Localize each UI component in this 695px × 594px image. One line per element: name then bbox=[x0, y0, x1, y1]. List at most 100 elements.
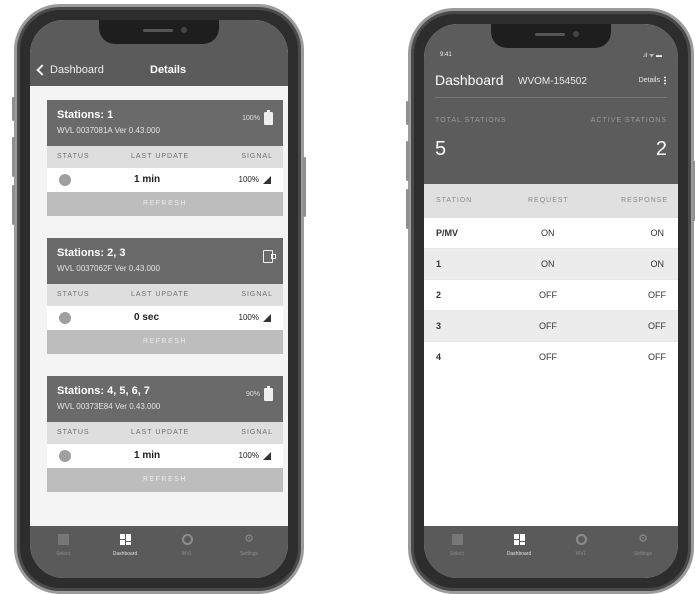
card-subtitle: WVL 0037081A Ver 0.43.000 bbox=[57, 126, 160, 135]
battery-status: 100% bbox=[242, 110, 273, 125]
dashboard-header: 9:41 .ıl ᯤ ▬ Dashboard WVOM-154502 Detai… bbox=[424, 24, 678, 184]
volume-up-button bbox=[406, 141, 409, 181]
tab-settings[interactable]: ⚙ Settings bbox=[224, 534, 274, 558]
table-header: STATION REQUEST RESPONSE bbox=[424, 184, 678, 218]
signal-value: 100% bbox=[239, 451, 271, 460]
tab-select[interactable]: Select bbox=[38, 534, 88, 557]
tab-wvl[interactable]: WVL bbox=[556, 534, 606, 557]
mute-switch bbox=[406, 101, 409, 125]
tab-dashboard[interactable]: Dashboard bbox=[100, 534, 150, 557]
status-indicator-icon bbox=[59, 174, 71, 186]
plug-icon bbox=[263, 250, 276, 263]
total-stations-value: 5 bbox=[435, 138, 447, 160]
data-row: 1 min 100% bbox=[47, 444, 283, 468]
request-cell: OFF bbox=[539, 290, 557, 300]
col-status: STATUS bbox=[57, 153, 90, 160]
battery-icon bbox=[264, 110, 273, 125]
signal-percent: 100% bbox=[238, 313, 259, 322]
request-cell: ON bbox=[541, 259, 555, 269]
back-label: Dashboard bbox=[50, 64, 104, 76]
active-stations-value: 2 bbox=[655, 138, 667, 160]
refresh-button[interactable]: REFRESH bbox=[47, 468, 283, 492]
tab-dashboard[interactable]: Dashboard bbox=[494, 534, 544, 557]
signal-icon bbox=[263, 175, 271, 184]
card-header: Stations: 2, 3 WVL 0037062F Ver 0.43.000 bbox=[47, 238, 283, 284]
active-stations-label: ACTIVE STATIONS bbox=[590, 117, 667, 124]
table-row: 3 OFF OFF bbox=[424, 311, 678, 342]
mute-switch bbox=[12, 97, 15, 121]
notch bbox=[491, 24, 611, 48]
station-card: Stations: 4, 5, 6, 7 WVL 00373E84 Ver 0.… bbox=[47, 376, 283, 492]
refresh-button[interactable]: REFRESH bbox=[47, 192, 283, 216]
signal-percent: 100% bbox=[238, 451, 259, 460]
signal-value: 100% bbox=[239, 175, 271, 184]
battery-level: 100% bbox=[242, 115, 260, 122]
table-row: 1 ON ON bbox=[424, 249, 678, 280]
col-last-update: LAST UPDATE bbox=[131, 153, 190, 160]
station-cell: 2 bbox=[436, 290, 442, 300]
signal-icon bbox=[263, 451, 271, 460]
tab-label: Select bbox=[450, 551, 464, 557]
page-title: Dashboard bbox=[435, 72, 504, 88]
wvl-icon bbox=[575, 534, 587, 545]
card-subtitle: WVL 0037062F Ver 0.43.000 bbox=[57, 264, 160, 273]
card-title: Stations: 2, 3 bbox=[57, 247, 126, 259]
select-icon bbox=[451, 534, 463, 545]
card-subtitle: WVL 00373E84 Ver 0.43.000 bbox=[57, 402, 161, 411]
station-cell: 4 bbox=[436, 352, 442, 362]
notch bbox=[99, 20, 219, 44]
response-cell: OFF bbox=[648, 290, 666, 300]
divider bbox=[435, 97, 667, 98]
last-update-value: 1 min bbox=[134, 174, 161, 185]
volume-up-button bbox=[12, 137, 15, 177]
battery-status: 90% bbox=[245, 386, 273, 401]
col-request: REQUEST bbox=[528, 197, 569, 204]
tab-select[interactable]: Select bbox=[432, 534, 482, 557]
back-button[interactable]: Dashboard bbox=[36, 64, 104, 76]
col-signal: SIGNAL bbox=[241, 291, 273, 298]
card-title: Stations: 1 bbox=[57, 109, 114, 121]
tab-label: Settings bbox=[239, 551, 259, 557]
tab-label: Settings bbox=[633, 551, 653, 557]
refresh-button[interactable]: REFRESH bbox=[47, 330, 283, 354]
chevron-left-icon bbox=[36, 64, 48, 76]
gear-icon: ⚙ bbox=[638, 533, 648, 545]
column-headers: STATUS LAST UPDATE SIGNAL bbox=[47, 284, 283, 306]
tab-label: Dashboard bbox=[112, 551, 138, 557]
column-headers: STATUS LAST UPDATE SIGNAL bbox=[47, 422, 283, 444]
request-cell: OFF bbox=[539, 352, 557, 362]
data-row: 1 min 100% bbox=[47, 168, 283, 192]
response-cell: OFF bbox=[648, 321, 666, 331]
status-time: 9:41 bbox=[440, 52, 452, 58]
response-cell: ON bbox=[650, 228, 665, 238]
response-cell: OFF bbox=[648, 352, 666, 362]
col-response: RESPONSE bbox=[621, 197, 668, 204]
station-cell: 1 bbox=[436, 259, 442, 269]
device-id: WVOM-154502 bbox=[518, 76, 587, 87]
screen-dashboard: 9:41 .ıl ᯤ ▬ Dashboard WVOM-154502 Detai… bbox=[424, 24, 678, 578]
station-cell: P/MV bbox=[436, 228, 459, 238]
power-status bbox=[263, 250, 276, 263]
tab-settings[interactable]: ⚙ Settings bbox=[618, 533, 668, 558]
battery-level: 90% bbox=[245, 391, 260, 398]
tab-label: WVL bbox=[181, 551, 193, 557]
signal-value: 100% bbox=[239, 313, 271, 322]
tab-wvl[interactable]: WVL bbox=[162, 534, 212, 557]
details-button[interactable]: Details bbox=[639, 76, 666, 85]
status-indicator-icon bbox=[59, 312, 71, 324]
card-title: Stations: 4, 5, 6, 7 bbox=[57, 385, 150, 397]
volume-down-button bbox=[12, 185, 15, 225]
details-list: Stations: 1 WVL 0037081A Ver 0.43.000 10… bbox=[30, 86, 288, 526]
select-icon bbox=[57, 534, 69, 545]
card-header: Stations: 1 WVL 0037081A Ver 0.43.000 10… bbox=[47, 100, 283, 146]
status-indicator-icon bbox=[59, 450, 71, 462]
stations-table: STATION REQUEST RESPONSE P/MV ON ON 1 ON… bbox=[424, 184, 678, 373]
wvl-icon bbox=[181, 534, 193, 545]
last-update-value: 0 sec bbox=[134, 312, 160, 323]
col-signal: SIGNAL bbox=[241, 153, 273, 160]
table-row: 2 OFF OFF bbox=[424, 280, 678, 311]
tab-label: WVL bbox=[575, 551, 587, 557]
screen-details: Dashboard Details Stations: 1 WVL 003708… bbox=[30, 20, 288, 578]
col-status: STATUS bbox=[57, 291, 90, 298]
dashboard-icon bbox=[513, 534, 525, 545]
